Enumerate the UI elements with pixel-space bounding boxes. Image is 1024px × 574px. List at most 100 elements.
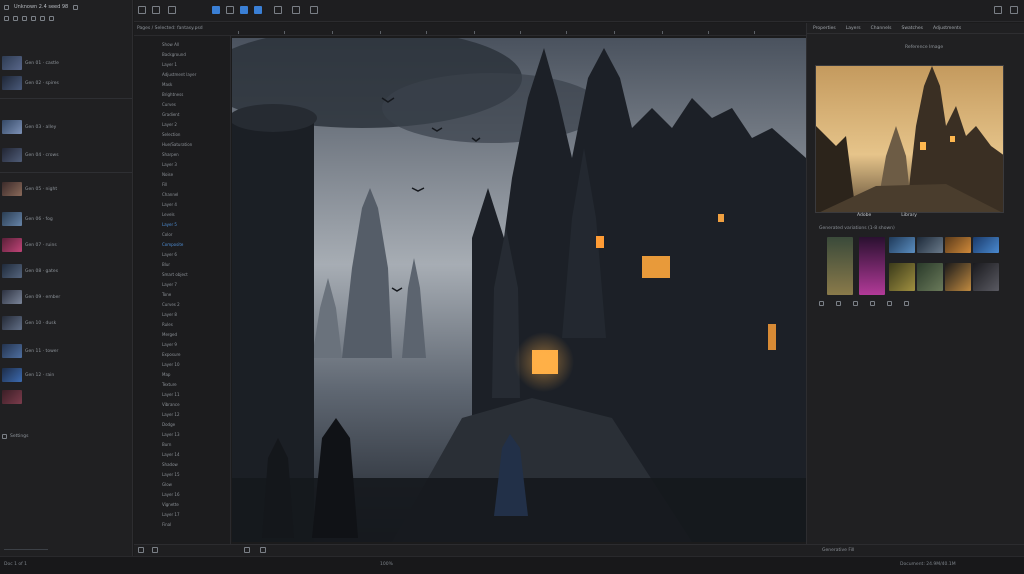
- text-tool-icon[interactable]: [254, 6, 262, 14]
- layer-list-item[interactable]: Layer 17: [162, 512, 180, 517]
- variation-thumbnail[interactable]: [917, 263, 943, 291]
- image-canvas[interactable]: [232, 38, 806, 542]
- layer-list-item[interactable]: Merged: [162, 332, 177, 337]
- history-item[interactable]: Gen 11 · tower: [2, 344, 58, 358]
- layer-list-item[interactable]: Map: [162, 372, 170, 377]
- layer-list-item[interactable]: Glow: [162, 482, 172, 487]
- minimize-icon[interactable]: [994, 6, 1002, 14]
- layer-list-item[interactable]: Layer 15: [162, 472, 180, 477]
- layer-list-item[interactable]: Burn: [162, 442, 171, 447]
- history-item[interactable]: Gen 06 · fog: [2, 212, 53, 226]
- list-view-icon[interactable]: [13, 16, 18, 21]
- layer-list-item[interactable]: Brightness: [162, 92, 183, 97]
- layer-list-item[interactable]: Blur: [162, 262, 170, 267]
- history-item[interactable]: Gen 02 · spires: [2, 76, 59, 90]
- fill-tool-icon[interactable]: [240, 6, 248, 14]
- toggle-library[interactable]: Library: [901, 213, 917, 218]
- layer-list-item[interactable]: Rules: [162, 322, 173, 327]
- layer-list-item[interactable]: Dodge: [162, 422, 175, 427]
- layer-list-item[interactable]: Noise: [162, 172, 173, 177]
- layer-list-item[interactable]: Exposure: [162, 352, 181, 357]
- tab-adjustments[interactable]: Adjustments: [933, 26, 961, 31]
- settings-row[interactable]: Settings: [2, 434, 28, 439]
- history-item[interactable]: Gen 04 · crows: [2, 148, 59, 162]
- layer-list-item[interactable]: Hue/Saturation: [162, 142, 192, 147]
- layer-list-item[interactable]: Adjustment layer: [162, 72, 196, 77]
- layer-list-item[interactable]: Layer 8: [162, 312, 177, 317]
- layer-list-item[interactable]: Vibrance: [162, 402, 180, 407]
- refresh-icon[interactable]: [40, 16, 45, 21]
- layer-list-item[interactable]: Layer 14: [162, 452, 180, 457]
- rotate-icon[interactable]: [260, 547, 266, 553]
- layer-list-item[interactable]: Layer 12: [162, 412, 180, 417]
- variation-thumbnail[interactable]: [859, 237, 885, 295]
- layer-list-item[interactable]: Vignette: [162, 502, 179, 507]
- history-item[interactable]: Gen 08 · gates: [2, 264, 58, 278]
- layer-list-item[interactable]: Gradient: [162, 112, 179, 117]
- layer-list-item[interactable]: Layer 2: [162, 122, 177, 127]
- layer-list-item[interactable]: Color: [162, 232, 172, 237]
- variation-thumbnail[interactable]: [973, 237, 999, 253]
- layer-list-item[interactable]: Show All: [162, 42, 179, 47]
- layer-list-item[interactable]: Layer 4: [162, 202, 177, 207]
- brush-tool-icon[interactable]: [212, 6, 220, 14]
- document-breadcrumb[interactable]: Pages / Selected: fantasy.psd: [137, 26, 203, 31]
- like-icon[interactable]: [836, 301, 841, 306]
- zoom-out-icon[interactable]: [138, 547, 144, 553]
- layer-list-item[interactable]: Layer 5: [162, 222, 177, 227]
- variation-thumbnail[interactable]: [889, 237, 915, 253]
- move-tool-icon[interactable]: [152, 6, 160, 14]
- toggle-adobe[interactable]: Adobe: [857, 213, 871, 218]
- eraser-tool-icon[interactable]: [226, 6, 234, 14]
- layer-list-item[interactable]: Layer 13: [162, 432, 180, 437]
- more-icon[interactable]: [904, 301, 909, 306]
- history-item[interactable]: Gen 07 · ruins: [2, 238, 57, 252]
- layer-list-item[interactable]: Background: [162, 52, 186, 57]
- layer-list-item[interactable]: Final: [162, 522, 171, 527]
- layer-list-item[interactable]: Mask: [162, 82, 172, 87]
- download-icon[interactable]: [870, 301, 875, 306]
- reference-preview[interactable]: [815, 65, 1004, 213]
- history-item[interactable]: Gen 10 · dusk: [2, 316, 56, 330]
- layer-list-item[interactable]: Shadow: [162, 462, 178, 467]
- close-icon[interactable]: [1010, 6, 1018, 14]
- tab-swatches[interactable]: Swatches: [901, 26, 923, 31]
- layer-list-item[interactable]: Layer 16: [162, 492, 180, 497]
- dislike-icon[interactable]: [853, 301, 858, 306]
- transform-tool-icon[interactable]: [292, 6, 300, 14]
- hand-tool-icon[interactable]: [244, 547, 250, 553]
- history-item[interactable]: [2, 390, 22, 404]
- variation-thumbnail[interactable]: [973, 263, 999, 291]
- history-item[interactable]: Gen 05 · night: [2, 182, 57, 196]
- layer-list-item[interactable]: Curves: [162, 102, 176, 107]
- panel-menu-icon[interactable]: [4, 4, 9, 10]
- refresh-icon[interactable]: [819, 301, 824, 306]
- history-item[interactable]: Gen 09 · ember: [2, 290, 60, 304]
- tab-layers[interactable]: Layers: [846, 26, 861, 31]
- tab-properties[interactable]: Properties: [813, 26, 836, 31]
- grid-view-icon[interactable]: [4, 16, 9, 21]
- layer-list-item[interactable]: Selection: [162, 132, 180, 137]
- layer-list-item[interactable]: Texture: [162, 382, 177, 387]
- layer-list-item[interactable]: Layer 1: [162, 62, 177, 67]
- layer-list-item[interactable]: Channel: [162, 192, 178, 197]
- history-item[interactable]: Gen 03 · alley: [2, 120, 56, 134]
- layer-list-item[interactable]: Layer 11: [162, 392, 180, 397]
- layer-list-item[interactable]: Tone: [162, 292, 171, 297]
- layer-list-item[interactable]: Levels: [162, 212, 175, 217]
- layer-list-item[interactable]: Fill: [162, 182, 167, 187]
- crop-tool-icon[interactable]: [274, 6, 282, 14]
- history-item[interactable]: Gen 01 · castle: [2, 56, 59, 70]
- layer-list-item[interactable]: Layer 10: [162, 362, 180, 367]
- folder-icon[interactable]: [49, 16, 54, 21]
- history-item[interactable]: Gen 12 · rain: [2, 368, 54, 382]
- zoom-level[interactable]: 100%: [380, 562, 393, 567]
- variation-thumbnail[interactable]: [945, 263, 971, 291]
- home-icon[interactable]: [138, 6, 146, 14]
- layer-list-item[interactable]: Layer 3: [162, 162, 177, 167]
- layer-list-item[interactable]: Composite: [162, 242, 183, 247]
- layer-list-item[interactable]: Smart object: [162, 272, 188, 277]
- filter-icon[interactable]: [22, 16, 27, 21]
- select-tool-icon[interactable]: [168, 6, 176, 14]
- layer-list-item[interactable]: Layer 7: [162, 282, 177, 287]
